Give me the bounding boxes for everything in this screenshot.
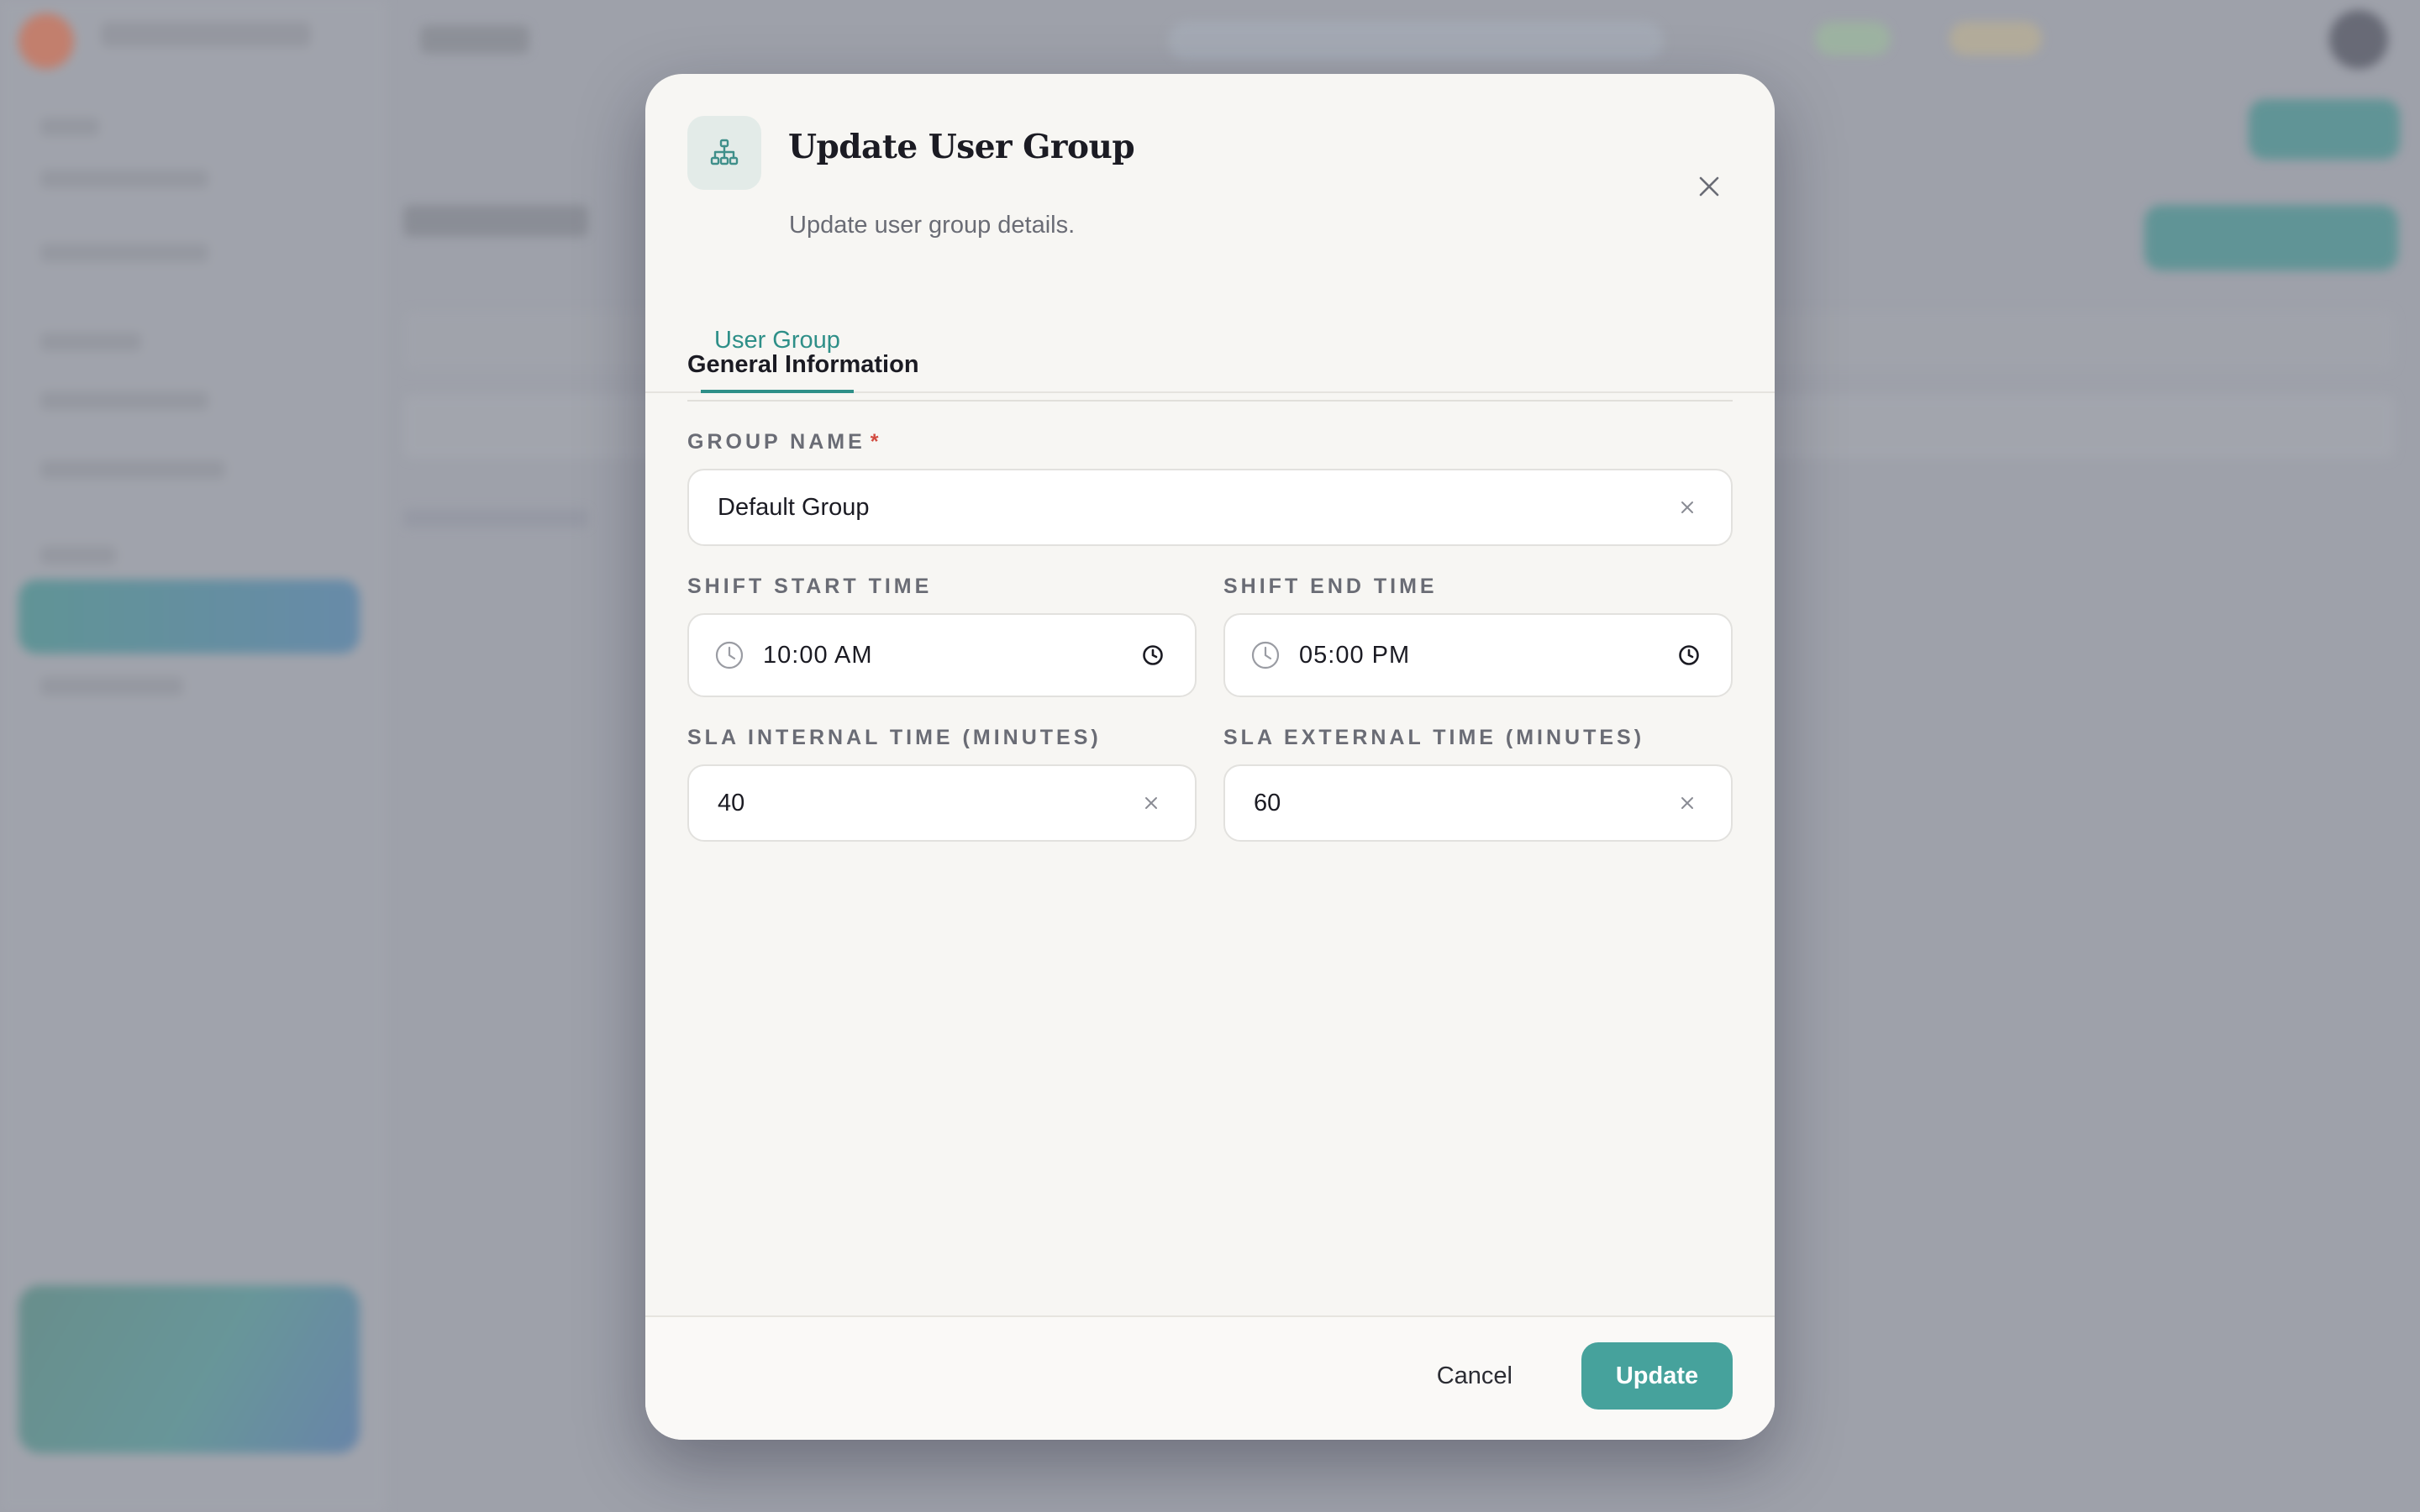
background-promo-card [18,1285,360,1453]
group-name-label-text: GROUP NAME [687,430,865,454]
background-logo [18,13,74,69]
dialog-title: Update User Group [788,128,1135,166]
shift-start-value: 10:00 AM [763,641,873,669]
shift-start-label: SHIFT START TIME [687,575,933,598]
clear-icon [1681,797,1693,809]
background-nav-item [40,118,99,136]
background-status-pill [1949,22,2042,55]
clock-outline-icon [715,641,744,669]
shift-start-picker-button[interactable] [1136,638,1170,672]
close-button[interactable] [1686,163,1733,210]
background-nav-active [18,580,360,654]
sla-external-input[interactable]: 60 [1223,764,1733,842]
dialog-subtitle: Update user group details. [789,212,1076,239]
background-nav-item [40,460,225,479]
background-table-footer [403,509,588,528]
background-nav-item [40,244,208,262]
group-name-value: Default Group [718,493,870,521]
shift-start-time-input[interactable]: 10:00 AM [687,613,1197,697]
section-title: General Information [687,351,919,378]
clear-sla-external-button[interactable] [1672,788,1702,818]
background-nav-item [40,391,208,410]
clock-icon [1679,645,1699,665]
background-nav-item [40,677,183,696]
group-name-label: GROUP NAME * [687,430,879,454]
clear-sla-internal-button[interactable] [1136,788,1166,818]
background-nav-item [40,170,208,188]
background-heading [403,205,588,237]
background-nav-item [40,546,116,564]
dialog-footer: Cancel Update [645,1315,1775,1440]
clock-icon [1143,645,1163,665]
sla-internal-input[interactable]: 40 [687,764,1197,842]
background-button [2144,205,2398,270]
background-button [2249,99,2400,160]
section-divider [687,400,1733,402]
cancel-button[interactable]: Cancel [1413,1342,1536,1410]
shift-end-time-input[interactable]: 05:00 PM [1223,613,1733,697]
background-logo-text [101,22,311,47]
shift-end-label: SHIFT END TIME [1223,575,1438,598]
shift-end-picker-button[interactable] [1672,638,1706,672]
clear-icon [1145,797,1157,809]
sla-internal-label: SLA INTERNAL TIME (MINUTES) [687,726,1102,749]
background-nav-item [40,333,141,351]
clear-icon [1681,501,1693,513]
sla-external-value: 60 [1254,789,1281,816]
background-avatar [2329,10,2388,69]
sla-external-label: SLA EXTERNAL TIME (MINUTES) [1223,726,1645,749]
shift-end-value: 05:00 PM [1299,641,1411,669]
clear-group-name-button[interactable] [1672,492,1702,522]
dialog-header: Update User Group Update user group deta… [687,116,1733,239]
org-chart-icon [687,116,761,190]
update-user-group-dialog: Update User Group Update user group deta… [645,74,1775,1440]
required-marker: * [870,430,879,454]
background-search [1168,22,1664,60]
close-icon [1699,176,1719,197]
background-page-title [420,25,529,54]
group-name-input[interactable]: Default Group [687,469,1733,546]
sla-internal-value: 40 [718,789,745,816]
clock-outline-icon [1251,641,1280,669]
update-button[interactable]: Update [1581,1342,1733,1410]
background-status-pill [1815,22,1891,55]
